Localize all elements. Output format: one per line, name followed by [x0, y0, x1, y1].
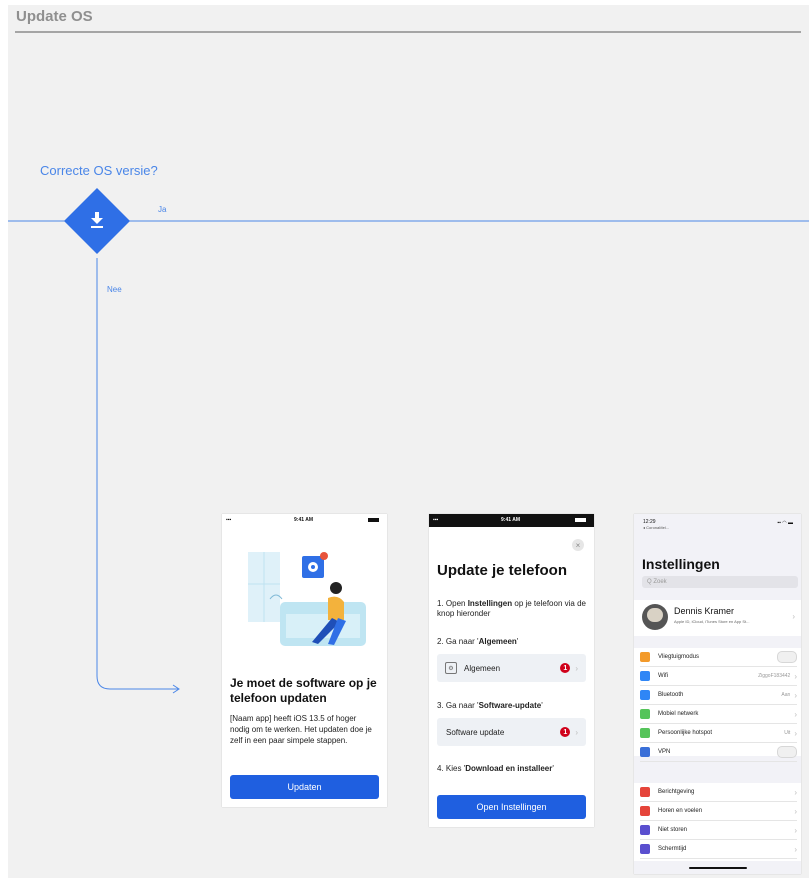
- settings-row-value: ZiggoF183442: [758, 673, 791, 679]
- settings-row-label: Schermtijd: [658, 846, 687, 852]
- settings-row-label: Horen en voelen: [658, 808, 703, 814]
- settings-icon: [640, 806, 650, 816]
- settings-row[interactable]: VPN: [640, 743, 797, 762]
- yes-label: Ja: [158, 205, 167, 214]
- screen-update-required: ▪▪▪ 9:41 AM Je moet de software op je te…: [222, 514, 387, 807]
- settings-row[interactable]: Niet storen ›: [640, 821, 797, 840]
- notification-badge: 1: [560, 663, 571, 673]
- settings-row[interactable]: Persoonlijke hotspot Uit ›: [640, 724, 797, 743]
- chevron-right-icon: ›: [794, 690, 797, 700]
- settings-row[interactable]: Schermtijd ›: [640, 840, 797, 859]
- settings-icon: [640, 690, 650, 700]
- battery-icon: [575, 518, 586, 522]
- toggle-switch[interactable]: [777, 651, 797, 663]
- chevron-right-icon: ›: [794, 709, 797, 719]
- screen-update-instructions: ▪▪▪ 9:41 AM × Update je telefoon 1. Open…: [429, 514, 594, 827]
- person-on-couch-illustration: [248, 552, 366, 646]
- software-update-row: Software update 1 ›: [437, 718, 586, 746]
- step-3: 3. Ga naar 'Software-update': [437, 701, 543, 710]
- chevron-right-icon: ›: [792, 612, 795, 621]
- settings-row[interactable]: Wifi ZiggoF183442 ›: [640, 667, 797, 686]
- settings-icon: [640, 728, 650, 738]
- settings-row-value: Aan: [781, 692, 791, 698]
- settings-row-label: Wifi: [658, 673, 668, 679]
- sheet-top: [429, 527, 594, 539]
- algemeen-row: ⚙ Algemeen 1 ›: [437, 654, 586, 682]
- updaten-button[interactable]: Updaten: [230, 775, 379, 799]
- settings-row[interactable]: Bluetooth Aan ›: [640, 686, 797, 705]
- settings-row-label: Berichtgeving: [658, 789, 695, 795]
- back-link[interactable]: ◂ CoronaMel...: [643, 525, 669, 530]
- profile-subtitle: Apple ID, iCloud, iTunes Store en App St…: [674, 619, 750, 624]
- software-update-label: Software update: [446, 727, 505, 737]
- chevron-right-icon: ›: [794, 671, 797, 681]
- settings-row[interactable]: Horen en voelen ›: [640, 802, 797, 821]
- settings-row-label: VPN: [658, 749, 671, 755]
- chevron-right-icon: ›: [794, 728, 797, 738]
- settings-row[interactable]: Vliegtuigmodus: [640, 648, 797, 667]
- settings-row[interactable]: Mobiel netwerk ›: [640, 705, 797, 724]
- chevron-right-icon: ›: [575, 727, 578, 737]
- connectivity-group: Vliegtuigmodus Wifi ZiggoF183442 › Bluetooth…: [634, 648, 801, 762]
- profile-row[interactable]: Dennis Kramer Apple ID, iCloud, iTunes S…: [634, 600, 801, 636]
- home-indicator: [689, 867, 747, 869]
- settings-icon: [640, 825, 650, 835]
- battery-icon: [368, 518, 379, 522]
- status-icons: ▪▪ ◠ ▬: [777, 520, 793, 526]
- chevron-right-icon: ›: [794, 825, 797, 835]
- avatar: [642, 604, 668, 630]
- settings-heading: Instellingen: [642, 556, 720, 572]
- settings-row-label: Mobiel netwerk: [658, 711, 699, 717]
- signal-icon: ▪▪▪: [226, 517, 232, 523]
- settings-row-label: Niet storen: [658, 827, 688, 833]
- gear-icon: ⚙: [445, 662, 457, 674]
- settings-icon: [640, 671, 650, 681]
- settings-row-label: Vliegtuigmodus: [658, 654, 700, 660]
- settings-icon: [640, 787, 650, 797]
- settings-row-label: Bluetooth: [658, 692, 684, 698]
- settings-icon: [640, 709, 650, 719]
- chevron-right-icon: ›: [794, 806, 797, 816]
- settings-row-label: Persoonlijke hotspot: [658, 730, 713, 736]
- settings-row-value: Uit: [784, 730, 791, 736]
- no-connector: [96, 258, 178, 690]
- step-2: 2. Ga naar 'Algemeen': [437, 637, 519, 646]
- status-time: 9:41 AM: [501, 517, 520, 523]
- settings-icon: [640, 652, 650, 662]
- screen-ios-settings: 12:29 ◂ CoronaMel... ▪▪ ◠ ▬ Instellingen…: [634, 514, 801, 874]
- signal-icon: ▪▪▪: [433, 517, 439, 523]
- no-label: Nee: [107, 285, 122, 294]
- chevron-right-icon: ›: [794, 844, 797, 854]
- settings-row[interactable]: Berichtgeving ›: [640, 783, 797, 802]
- settings-icon: [640, 844, 650, 854]
- close-icon[interactable]: ×: [572, 539, 584, 551]
- algemeen-label: Algemeen: [464, 663, 501, 673]
- notification-badge: 1: [560, 727, 571, 737]
- chevron-right-icon: ›: [575, 663, 578, 673]
- screen1-heading: Je moet de software op je telefoon updat…: [230, 676, 377, 705]
- open-settings-button[interactable]: Open Instellingen: [437, 795, 586, 819]
- chevron-right-icon: ›: [794, 787, 797, 797]
- toggle-switch[interactable]: [777, 746, 797, 758]
- settings-icon: [640, 747, 650, 757]
- search-input[interactable]: Q Zoek: [642, 576, 798, 588]
- step-4: 4. Kies 'Download en installeer': [437, 764, 554, 773]
- profile-name: Dennis Kramer: [674, 606, 735, 616]
- screen2-heading: Update je telefoon: [437, 562, 568, 579]
- step-1: 1. Open Instellingen op je telefoon via …: [437, 599, 586, 618]
- notifications-group: Berichtgeving › Horen en voelen › Niet store…: [634, 783, 801, 861]
- screen1-body: [Naam app] heeft iOS 13.5 of hoger nodig…: [230, 714, 372, 745]
- status-time: 9:41 AM: [294, 517, 313, 523]
